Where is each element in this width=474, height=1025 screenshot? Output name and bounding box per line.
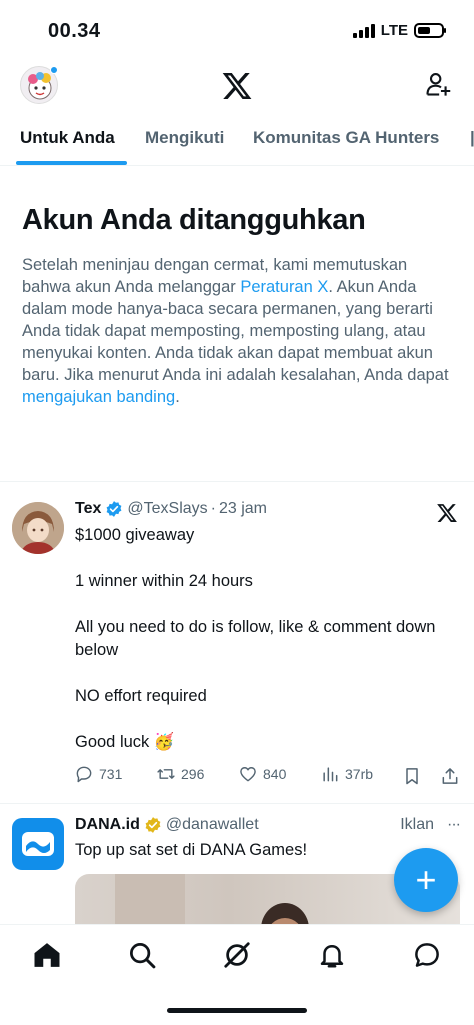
tweet-author-avatar[interactable] — [12, 502, 64, 554]
views-chart-icon — [323, 767, 338, 782]
signal-icon — [352, 23, 375, 38]
views-count: 37rb — [345, 766, 374, 782]
status-indicators: LTE — [352, 22, 446, 39]
author-avatar-image — [12, 502, 64, 554]
tweet-actions: 731 296 840 37rb — [74, 764, 464, 788]
like-button[interactable]: 840 — [238, 764, 286, 784]
reply-button[interactable]: 731 — [74, 764, 122, 784]
status-time: 00.34 — [48, 20, 101, 42]
views-button[interactable]: 37rb — [320, 764, 373, 784]
heart-icon — [240, 767, 256, 782]
ad-label: Iklan — [400, 816, 434, 833]
dana-logo-icon — [22, 832, 54, 856]
status-bar: 00.34 LTE — [0, 0, 474, 60]
suspension-text-part: . — [175, 388, 180, 406]
repost-count: 296 — [181, 766, 205, 782]
suspension-title: Akun Anda ditangguhkan — [22, 204, 366, 236]
tweet-line: Good luck 🥳 — [75, 733, 175, 751]
home-icon[interactable] — [32, 940, 62, 970]
plus-icon: + — [415, 859, 437, 900]
home-indicator — [167, 1008, 307, 1013]
tweet-author-handle[interactable]: @TexSlays — [127, 500, 207, 518]
reply-count: 731 — [99, 766, 123, 782]
suspension-message: Setelah meninjau dengan cermat, kami mem… — [22, 254, 452, 408]
tweet-time[interactable]: 23 jam — [219, 500, 267, 518]
suspension-notice: Akun Anda ditangguhkan Setelah meninjau … — [22, 202, 452, 408]
notification-dot — [50, 66, 58, 74]
grok-icon[interactable] — [222, 940, 252, 970]
appeal-link[interactable]: mengajukan banding — [22, 388, 175, 406]
tweet-header: Tex @TexSlays · 23 jam — [75, 500, 267, 518]
ad-header: DANA.id @danawallet — [75, 816, 259, 834]
timeline-tabs: Untuk Anda Mengikuti Komunitas GA Hunter… — [0, 116, 474, 166]
tweet-line: 1 winner within 24 hours — [75, 572, 253, 590]
x-logo-icon — [437, 504, 457, 522]
repost-button[interactable]: 296 — [156, 764, 204, 784]
battery-icon — [414, 23, 446, 38]
verified-gold-badge-icon — [145, 817, 161, 833]
bookmark-icon[interactable] — [402, 766, 422, 786]
messages-icon[interactable] — [412, 940, 442, 970]
tab-next-partial[interactable]: | — [470, 128, 474, 148]
tweet-text: $1000 giveaway 1 winner within 24 hours … — [75, 524, 460, 777]
tab-mengikuti[interactable]: Mengikuti — [145, 128, 224, 148]
bell-icon[interactable] — [317, 940, 347, 970]
ad-text: Top up sat set di DANA Games! — [75, 841, 308, 859]
tweet-line: All you need to do is follow, like & com… — [75, 618, 436, 659]
top-bar — [0, 60, 474, 110]
divider — [0, 481, 474, 482]
dana-logo[interactable] — [12, 818, 64, 870]
ad-author-handle[interactable]: @danawallet — [166, 816, 259, 834]
tab-komunitas-ga-hunters[interactable]: Komunitas GA Hunters — [253, 128, 439, 148]
tweet-line: $1000 giveaway — [75, 526, 195, 544]
compose-button[interactable]: + — [394, 848, 458, 912]
reply-icon — [76, 766, 92, 783]
tab-untuk-anda[interactable]: Untuk Anda — [20, 128, 115, 148]
like-count: 840 — [263, 766, 287, 782]
tweet-author-name[interactable]: Tex — [75, 500, 101, 518]
add-person-icon[interactable] — [424, 70, 452, 98]
x-logo-icon[interactable] — [221, 70, 253, 102]
repost-icon — [157, 769, 175, 779]
verified-badge-icon — [106, 501, 122, 517]
rules-link[interactable]: Peraturan X — [240, 278, 328, 296]
active-tab-indicator — [16, 161, 127, 165]
network-type: LTE — [380, 22, 408, 39]
more-options-button[interactable]: ··· — [447, 816, 461, 834]
search-icon[interactable] — [127, 940, 157, 970]
battery-level — [418, 27, 430, 34]
tweet-line: NO effort required — [75, 687, 207, 705]
share-icon[interactable] — [440, 766, 460, 786]
bottom-navigation — [0, 924, 474, 986]
ad-author-name[interactable]: DANA.id — [75, 816, 140, 834]
tweet-separator: · — [210, 500, 216, 517]
